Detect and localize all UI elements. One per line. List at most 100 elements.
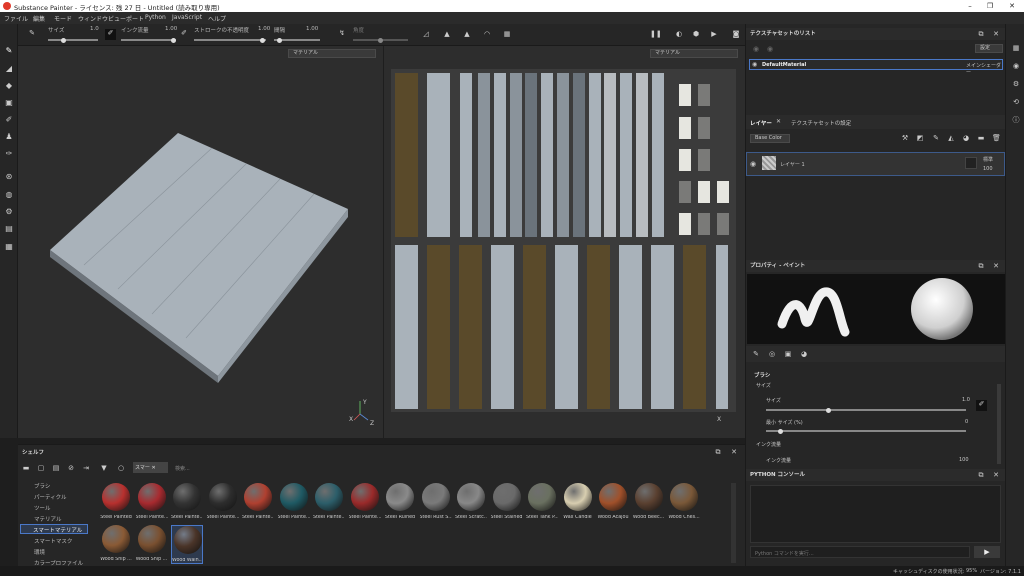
shelf-material-item[interactable]: Steel Painte... <box>349 483 381 520</box>
color-picker-icon[interactable]: ✑ <box>4 149 14 159</box>
properties-float-icon[interactable]: ⧉ <box>977 262 985 270</box>
shelf-category[interactable]: 環境 <box>34 548 45 556</box>
python-command-input[interactable]: Python コマンドを実行... <box>750 546 970 558</box>
shelf-material-item[interactable]: Wood Ship ... <box>136 525 168 562</box>
filter-icon[interactable]: ▼ <box>100 464 108 472</box>
shelf-material-item[interactable]: Wood Beec... <box>633 483 665 520</box>
shelf-category-selected[interactable]: スマートマテリアル <box>20 524 88 534</box>
shelf-material-item[interactable]: Steel Painted <box>100 483 132 520</box>
screenshot-icon[interactable]: ◙ <box>732 30 740 38</box>
pause-icon[interactable]: ❚❚ <box>650 30 662 38</box>
shelf-material-item[interactable]: Steel Painte... <box>313 483 345 520</box>
material-tab-icon[interactable]: ◕ <box>800 350 808 358</box>
brush-tab-icon[interactable]: ✎ <box>752 350 760 358</box>
run-command-button[interactable]: ▶ <box>974 546 1000 558</box>
circle-filter-icon[interactable]: ○ <box>117 464 125 472</box>
texture-set-visibility-icon[interactable]: ◉ <box>752 61 757 68</box>
menu-mode[interactable]: モード <box>54 14 72 23</box>
layer-name[interactable]: レイヤー 1 <box>780 161 805 168</box>
add-fill-layer-icon[interactable]: ◭ <box>947 134 955 142</box>
maximize-icon[interactable]: ❐ <box>985 1 995 11</box>
console-close-icon[interactable]: ✕ <box>992 471 1000 479</box>
menu-viewport[interactable]: ビューポート <box>108 14 144 23</box>
export-icon[interactable]: ▦ <box>4 242 14 252</box>
shelf-material-item[interactable]: Steel Painte... <box>136 483 168 520</box>
clone-stamp-icon[interactable]: ♟ <box>4 132 14 142</box>
tab-layers[interactable]: レイヤー <box>750 119 772 127</box>
import-icon[interactable]: ⇥ <box>82 464 90 472</box>
menu-window[interactable]: ウィンドウ <box>78 14 108 23</box>
menu-javascript[interactable]: JavaScript <box>172 14 202 21</box>
photoshop-icon[interactable]: ▤ <box>4 224 14 234</box>
console-float-icon[interactable]: ⧉ <box>977 471 985 479</box>
symmetry-icon[interactable]: ◿ <box>422 30 430 38</box>
size-slider[interactable] <box>48 37 98 43</box>
shelf-material-item[interactable]: Steel Stained <box>491 483 523 520</box>
lazy-mouse-icon[interactable]: ↯ <box>338 29 346 37</box>
texture-set-settings-button[interactable]: 設定 <box>975 44 1003 53</box>
polygon-fill-icon[interactable]: ◍ <box>4 190 14 200</box>
properties-close-icon[interactable]: ✕ <box>992 262 1000 270</box>
shelf-float-icon[interactable]: ⧉ <box>714 448 722 456</box>
cube-icon[interactable]: ⬢ <box>692 30 700 38</box>
layer-blend-mode[interactable]: 標準 <box>983 156 993 163</box>
geometry-mask-icon[interactable]: ▣ <box>4 98 14 108</box>
layer-channel-select[interactable]: Base Color <box>750 134 790 143</box>
shelf-category[interactable]: スマートマスク <box>34 537 72 545</box>
material-mode-icon[interactable]: ◐ <box>675 30 683 38</box>
menu-python[interactable]: Python <box>145 14 166 21</box>
shelf-scrollbar[interactable] <box>731 483 736 563</box>
folder-icon[interactable]: ▬ <box>22 464 30 472</box>
layer-opacity[interactable]: 100 <box>983 166 993 172</box>
prop-size-slider[interactable] <box>766 407 966 413</box>
stroke-opacity-icon[interactable]: ✐ <box>180 29 188 37</box>
layer-visibility-icon[interactable]: ◉ <box>750 160 756 168</box>
layer-mask-slot[interactable] <box>965 157 977 169</box>
add-paint-layer-icon[interactable]: ✎ <box>932 134 940 142</box>
eraser-icon[interactable]: ◢ <box>4 64 14 74</box>
rounded-icon[interactable]: ◠ <box>483 30 491 38</box>
viewport-3d[interactable]: マテリアル Y X Z <box>18 46 383 438</box>
projection-icon[interactable]: ◆ <box>4 81 14 91</box>
shelf-material-item[interactable]: Steel Scratc... <box>455 483 487 520</box>
shelf-material-item[interactable]: Wood Acajou <box>597 483 629 520</box>
shelf-category[interactable]: パーティクル <box>34 493 67 501</box>
grid-icon[interactable]: ▦ <box>503 30 511 38</box>
tab-texture-set-settings[interactable]: テクスチャセットの設定 <box>791 119 851 127</box>
camera-video-icon[interactable]: ▶ <box>710 30 718 38</box>
paint-brush-icon[interactable]: ✎ <box>4 46 14 56</box>
stencil-tab-icon[interactable]: ▣ <box>784 350 792 358</box>
shelf-material-item[interactable]: Steel Painte... <box>171 483 203 520</box>
shelf-material-item[interactable]: Wood Walh... <box>171 525 203 564</box>
shelf-category[interactable]: ブラシ <box>34 482 50 490</box>
min-size-slider[interactable] <box>766 428 966 434</box>
stroke-opacity-slider[interactable] <box>194 37 266 43</box>
shelf-material-item[interactable]: Steel Painte... <box>278 483 310 520</box>
new-preset-icon[interactable]: ▢ <box>37 464 45 472</box>
eye-icon[interactable]: ◉ <box>766 45 774 53</box>
bake-icon[interactable]: ⊛ <box>4 172 14 182</box>
prop-pen-pressure-icon[interactable]: ✐ <box>976 400 987 411</box>
shelf-search-input[interactable]: 検索... <box>175 465 190 472</box>
shelf-category[interactable]: マテリアル <box>34 515 61 523</box>
settings-small-icon[interactable]: ⚙ <box>4 207 14 217</box>
texture-set-list-panel-icon[interactable]: ▦ <box>1012 44 1020 52</box>
display-settings-icon[interactable]: ◉ <box>1012 62 1020 70</box>
brush-preset-icon[interactable]: ✎ <box>28 29 36 37</box>
menu-file[interactable]: ファイル <box>4 14 28 23</box>
wrench-icon[interactable]: ⚒ <box>901 134 909 142</box>
tab-layers-close-icon[interactable]: ✕ <box>776 118 781 125</box>
add-mask-icon[interactable]: ◩ <box>916 134 924 142</box>
spacing-slider[interactable] <box>274 37 320 43</box>
alpha-tab-icon[interactable]: ◎ <box>768 350 776 358</box>
mountain-icon[interactable]: ▲ <box>443 30 451 38</box>
shelf-material-item[interactable]: Steel Rust S... <box>420 483 452 520</box>
filter-tag-close-icon[interactable]: ✕ <box>151 465 155 471</box>
viewport-2d-channel-select[interactable]: マテリアル <box>650 49 738 58</box>
shelf-material-item[interactable]: Wood Ches... <box>668 483 700 520</box>
close-panel-icon[interactable]: ✕ <box>992 30 1000 38</box>
shelf-material-item[interactable]: Steel Painte... <box>207 483 239 520</box>
add-effect-icon[interactable]: ◕ <box>962 134 970 142</box>
shelf-material-item[interactable]: Wax Candle <box>562 483 594 520</box>
mountain-alt-icon[interactable]: ▲ <box>463 30 471 38</box>
